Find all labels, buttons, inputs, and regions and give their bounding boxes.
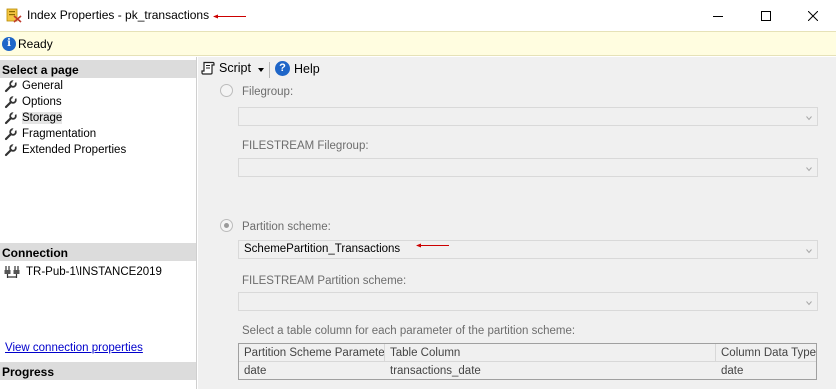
- grid-cell-table-column[interactable]: transactions_date: [385, 362, 716, 380]
- info-icon: i: [2, 37, 16, 51]
- left-pane: Select a page General Options Storage Fr…: [0, 57, 197, 389]
- page-item-storage[interactable]: Storage: [4, 110, 63, 126]
- filegroup-select[interactable]: [238, 107, 818, 126]
- table-row[interactable]: date transactions_date date: [239, 362, 816, 380]
- toolbar-separator: [269, 62, 270, 78]
- help-label: Help: [294, 61, 320, 76]
- page-item-extended-properties[interactable]: Extended Properties: [4, 142, 126, 158]
- status-bar: i Ready: [0, 31, 836, 56]
- partition-scheme-value: SchemePartition_Transactions: [244, 243, 401, 255]
- title-bar: Index Properties - pk_transactions: [0, 0, 836, 31]
- grid-header-row: Partition Scheme Parameter Table Column …: [239, 344, 816, 362]
- partition-scheme-label: Partition scheme:: [242, 221, 331, 233]
- minimize-icon: [713, 15, 723, 17]
- select-page-header: Select a page: [0, 60, 196, 78]
- connection-server: TR-Pub-1\INSTANCE2019: [4, 265, 162, 279]
- filestream-filegroup-select[interactable]: [238, 158, 818, 177]
- filestream-partition-select[interactable]: [238, 292, 818, 311]
- progress-header: Progress: [0, 362, 196, 380]
- connection-server-label: TR-Pub-1\INSTANCE2019: [26, 266, 162, 278]
- index-properties-icon: [6, 7, 22, 23]
- storage-page: Script ? Help Filegroup: FILESTREAM File…: [198, 57, 836, 389]
- wrench-icon: [4, 95, 17, 108]
- script-dropdown-chevron-down-icon[interactable]: [258, 68, 264, 72]
- partition-parameter-grid: Partition Scheme Parameter Table Column …: [238, 343, 817, 380]
- wrench-icon: [4, 143, 17, 156]
- grid-header-partition-scheme-parameter[interactable]: Partition Scheme Parameter: [239, 344, 385, 361]
- status-text: Ready: [18, 37, 53, 51]
- close-icon: [808, 10, 818, 21]
- partition-scheme-radio[interactable]: [220, 219, 233, 232]
- help-button[interactable]: ? Help: [275, 61, 320, 76]
- maximize-icon: [761, 10, 771, 21]
- grid-cell-parameter: date: [244, 365, 267, 377]
- grid-header-table-column[interactable]: Table Column: [385, 344, 716, 361]
- maximize-button[interactable]: [743, 0, 789, 31]
- page-item-options[interactable]: Options: [4, 94, 62, 110]
- grid-header-column-data-type[interactable]: Column Data Type: [716, 344, 816, 361]
- chevron-down-icon: [806, 167, 812, 172]
- grid-cell-data-type: date: [721, 365, 744, 377]
- script-label: Script: [219, 61, 251, 75]
- view-connection-properties-link[interactable]: View connection properties: [5, 342, 143, 354]
- close-button[interactable]: [790, 0, 836, 31]
- page-item-label: Storage: [22, 112, 63, 124]
- page-item-label: Options: [22, 96, 62, 108]
- annotation-arrow: [416, 243, 449, 248]
- chevron-down-icon: [806, 301, 812, 306]
- wrench-icon: [4, 127, 17, 140]
- filestream-filegroup-label: FILESTREAM Filegroup:: [242, 140, 369, 152]
- chevron-down-icon: [806, 116, 812, 121]
- page-item-label: Fragmentation: [22, 128, 97, 140]
- script-icon: [201, 61, 215, 75]
- filestream-partition-label: FILESTREAM Partition scheme:: [242, 275, 407, 287]
- filegroup-radio[interactable]: [220, 84, 233, 97]
- page-item-label: General: [22, 80, 63, 92]
- wrench-icon: [4, 79, 17, 92]
- page-item-general[interactable]: General: [4, 78, 63, 94]
- chevron-down-icon: [806, 249, 812, 254]
- window-title: Index Properties - pk_transactions: [27, 8, 210, 22]
- partition-scheme-select[interactable]: SchemePartition_Transactions: [238, 240, 818, 259]
- wrench-icon: [4, 111, 17, 124]
- table-column-instruction: Select a table column for each parameter…: [242, 325, 576, 337]
- minimize-button[interactable]: [695, 0, 741, 31]
- connection-header: Connection: [0, 243, 196, 261]
- page-item-fragmentation[interactable]: Fragmentation: [4, 126, 96, 142]
- help-icon: ?: [275, 61, 290, 76]
- script-button[interactable]: Script: [201, 61, 251, 75]
- page-item-label: Extended Properties: [22, 144, 127, 156]
- filegroup-label: Filegroup:: [242, 86, 294, 98]
- annotation-arrow: [213, 14, 246, 19]
- connection-plug-icon: [4, 266, 20, 278]
- toolbar: Script ? Help: [198, 57, 836, 83]
